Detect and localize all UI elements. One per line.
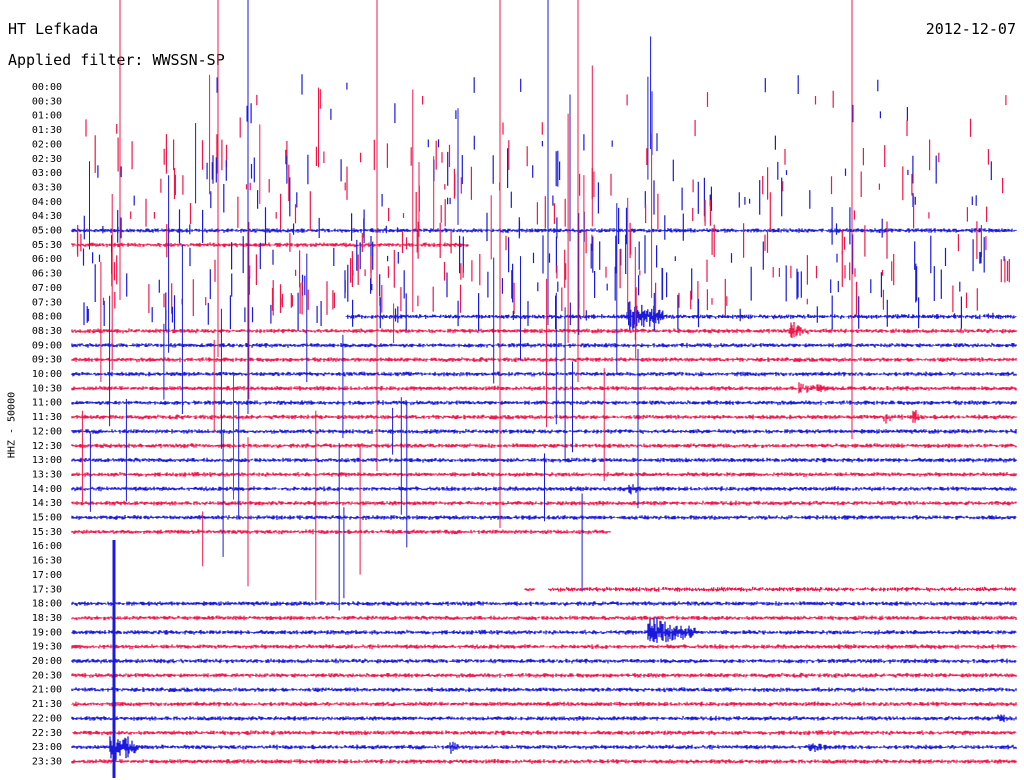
- row-time-label: 20:00: [32, 656, 62, 667]
- row-time-label: 09:30: [32, 355, 62, 366]
- trace-segment: [71, 644, 1017, 650]
- noise-spikes: [256, 89, 1007, 109]
- row-time-label: 14:00: [32, 484, 62, 495]
- row-time-label: 17:30: [32, 584, 62, 595]
- row-time-label: 10:30: [32, 383, 62, 394]
- noise-spikes: [82, 234, 1005, 275]
- trace-segment: [71, 736, 1017, 760]
- trace-segment: [71, 615, 1017, 621]
- trace-segment: [71, 701, 1017, 707]
- trace-segment: [548, 586, 1017, 592]
- row-time-label: 09:00: [32, 340, 62, 351]
- row-time-label: 02:30: [32, 154, 62, 165]
- row-time-label: 12:00: [32, 426, 62, 437]
- trace-segment: [71, 410, 1017, 424]
- row-time-label: 23:00: [32, 742, 62, 753]
- trace-segment: [71, 400, 1017, 406]
- row-time-label: 11:30: [32, 412, 62, 423]
- row-time-label: 15:30: [32, 527, 62, 538]
- trace-segment: [71, 758, 1017, 764]
- trace-segment: [71, 382, 1017, 394]
- row-time-label: 03:00: [32, 168, 62, 179]
- noise-spikes: [85, 117, 972, 138]
- row-time-label: 01:30: [32, 125, 62, 136]
- trace-segment: [71, 242, 469, 248]
- row-time-label: 19:30: [32, 642, 62, 653]
- trace-segment: [71, 529, 611, 535]
- row-time-label: 00:30: [32, 96, 62, 107]
- trace-segment: [71, 601, 1017, 607]
- row-time-label: 22:30: [32, 728, 62, 739]
- trace-segment: [71, 658, 1017, 664]
- trace-segment: [71, 443, 1017, 449]
- row-time-label: 07:30: [32, 297, 62, 308]
- trace-segment: [71, 672, 1017, 678]
- noise-spikes: [102, 278, 978, 317]
- trace-segment: [71, 730, 1017, 736]
- row-time-label: 21:30: [32, 699, 62, 710]
- row-time-label: 05:00: [32, 226, 62, 237]
- row-time-label: 11:00: [32, 398, 62, 409]
- row-time-label: 04:30: [32, 211, 62, 222]
- helicorder-plot: 00:00 00:30 01:00 01:30 02:00 02:30 03:00 03:30…: [32, 0, 1017, 778]
- row-time-label: 22:00: [32, 713, 62, 724]
- row-time-label: 18:30: [32, 613, 62, 624]
- row-time-label: 03:30: [32, 182, 62, 193]
- noise-spikes: [427, 133, 776, 152]
- noise-spikes: [83, 207, 883, 245]
- row-time-label: 04:00: [32, 197, 62, 208]
- noise-spikes: [111, 249, 1010, 289]
- row-time-label: 05:30: [32, 240, 62, 251]
- row-time-label: 17:00: [32, 570, 62, 581]
- row-time-label: 06:00: [32, 254, 62, 265]
- row-time-label: 01:00: [32, 111, 62, 122]
- row-time-label: 08:30: [32, 326, 62, 337]
- row-time-label: 20:30: [32, 670, 62, 681]
- trace-segment: [71, 687, 1017, 693]
- trace-segment: [71, 322, 1017, 338]
- trace-segment: [71, 714, 1017, 723]
- trace-segment: [71, 357, 1017, 363]
- noise-spikes: [246, 103, 908, 124]
- trace-segment: [524, 588, 535, 592]
- row-time-label: 07:00: [32, 283, 62, 294]
- row-time-label: 13:30: [32, 469, 62, 480]
- row-time-label: 14:30: [32, 498, 62, 509]
- row-time-label: 13:00: [32, 455, 62, 466]
- trace-segment: [71, 617, 1017, 643]
- row-time-labels: 00:00 00:30 01:00 01:30 02:00 02:30 03:00 03:30…: [32, 82, 62, 767]
- row-time-label: 10:00: [32, 369, 62, 380]
- row-time-label: 15:00: [32, 513, 62, 524]
- noise-spikes: [97, 148, 992, 188]
- row-time-label: 00:00: [32, 82, 62, 93]
- row-time-label: 08:00: [32, 312, 62, 323]
- row-time-label: 16:30: [32, 556, 62, 567]
- row-time-label: 19:00: [32, 627, 62, 638]
- noise-spikes: [216, 74, 879, 95]
- row-time-label: 21:00: [32, 685, 62, 696]
- row-time-label: 06:30: [32, 269, 62, 280]
- noise-spikes: [94, 263, 961, 303]
- row-time-label: 02:00: [32, 139, 62, 150]
- trace-segment: [71, 228, 1017, 233]
- trace-segment: [71, 342, 1017, 348]
- noise-spikes: [130, 191, 988, 232]
- trace-segment: [71, 428, 1017, 434]
- row-time-label: 16:00: [32, 541, 62, 552]
- row-time-label: 23:30: [32, 756, 62, 767]
- row-time-label: 18:00: [32, 599, 62, 610]
- trace-segment: [345, 301, 1017, 332]
- trace-segment: [71, 371, 1017, 377]
- noise-spikes: [94, 134, 989, 174]
- row-time-label: 12:30: [32, 441, 62, 452]
